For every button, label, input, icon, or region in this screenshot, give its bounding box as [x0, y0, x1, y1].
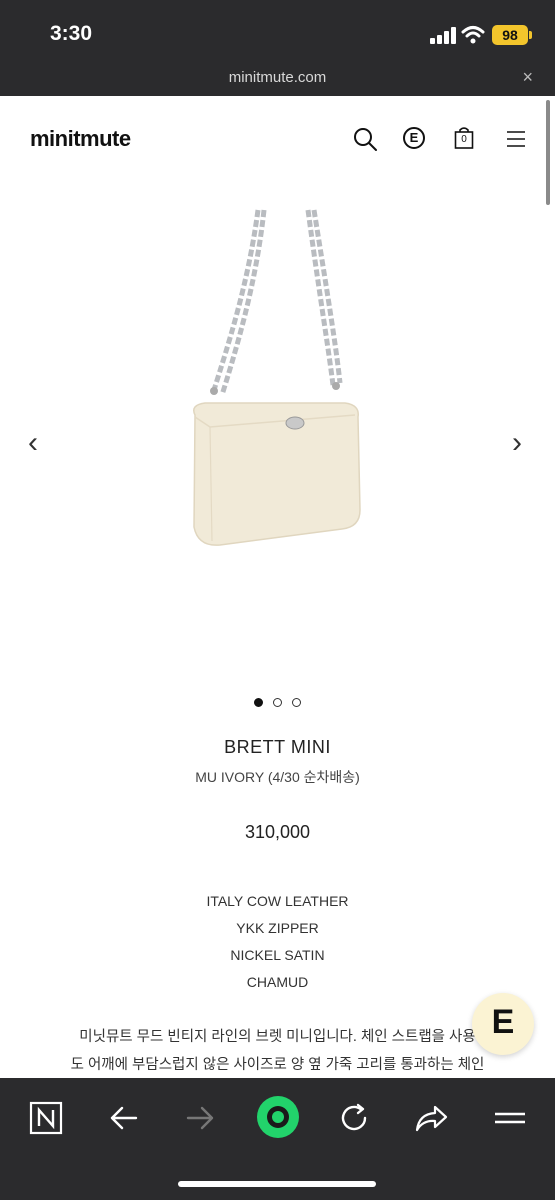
back-icon[interactable] [104, 1098, 144, 1138]
page-scrollbar[interactable] [546, 100, 550, 205]
next-image-button[interactable]: › [512, 428, 522, 458]
pagination-dot[interactable] [292, 698, 302, 707]
product-price: 310,000 [244, 822, 311, 842]
menu-icon[interactable] [504, 126, 530, 152]
floating-chat-button[interactable]: E [472, 993, 534, 1055]
signal-icon [430, 27, 456, 44]
pagination-dot[interactable] [273, 698, 282, 707]
spec-item: YKK ZIPPER [236, 920, 319, 936]
product-variant: MU IVORY (4/30 순차배송) [195, 769, 360, 785]
description-line: 도 어깨에 부담스럽지 않은 사이즈로 양 옆 가죽 고리를 통과하는 체인 [70, 1057, 485, 1073]
menu-icon[interactable] [490, 1098, 530, 1138]
spec-item: CHAMUD [246, 974, 309, 990]
e-icon[interactable]: E [403, 127, 425, 149]
e-icon: E [491, 1003, 515, 1041]
forward-icon[interactable] [180, 1098, 220, 1138]
share-icon[interactable] [411, 1098, 451, 1138]
home-indicator [178, 1181, 376, 1187]
home-icon[interactable] [256, 1095, 300, 1139]
product-specs: ITALY COW LEATHER YKK ZIPPER NICKEL SATI… [0, 891, 555, 999]
image-pagination [0, 694, 555, 712]
site-logo[interactable]: minitmute [30, 126, 131, 152]
browser-top-bar: 3:30 98 minitmute.com × [0, 0, 555, 96]
close-icon[interactable]: × [522, 67, 533, 88]
product-name: BRETT MINI [224, 737, 331, 757]
cart-count: 0 [461, 134, 467, 145]
product-image[interactable] [150, 205, 405, 575]
prev-image-button[interactable]: ‹ [28, 428, 38, 458]
reload-icon[interactable] [334, 1098, 374, 1138]
site-header: minitmute E 0 [0, 96, 555, 186]
wifi-icon [461, 26, 485, 44]
spec-item: ITALY COW LEATHER [206, 893, 349, 909]
pagination-dot[interactable] [253, 698, 263, 707]
battery-indicator: 98 [492, 25, 532, 45]
status-time: 3:30 [50, 22, 93, 45]
n-icon[interactable] [26, 1098, 66, 1138]
search-icon[interactable] [352, 126, 378, 152]
spec-item: NICKEL SATIN [230, 947, 325, 963]
cart-icon[interactable]: 0 [454, 126, 480, 152]
address-bar[interactable]: minitmute.com [0, 69, 555, 86]
